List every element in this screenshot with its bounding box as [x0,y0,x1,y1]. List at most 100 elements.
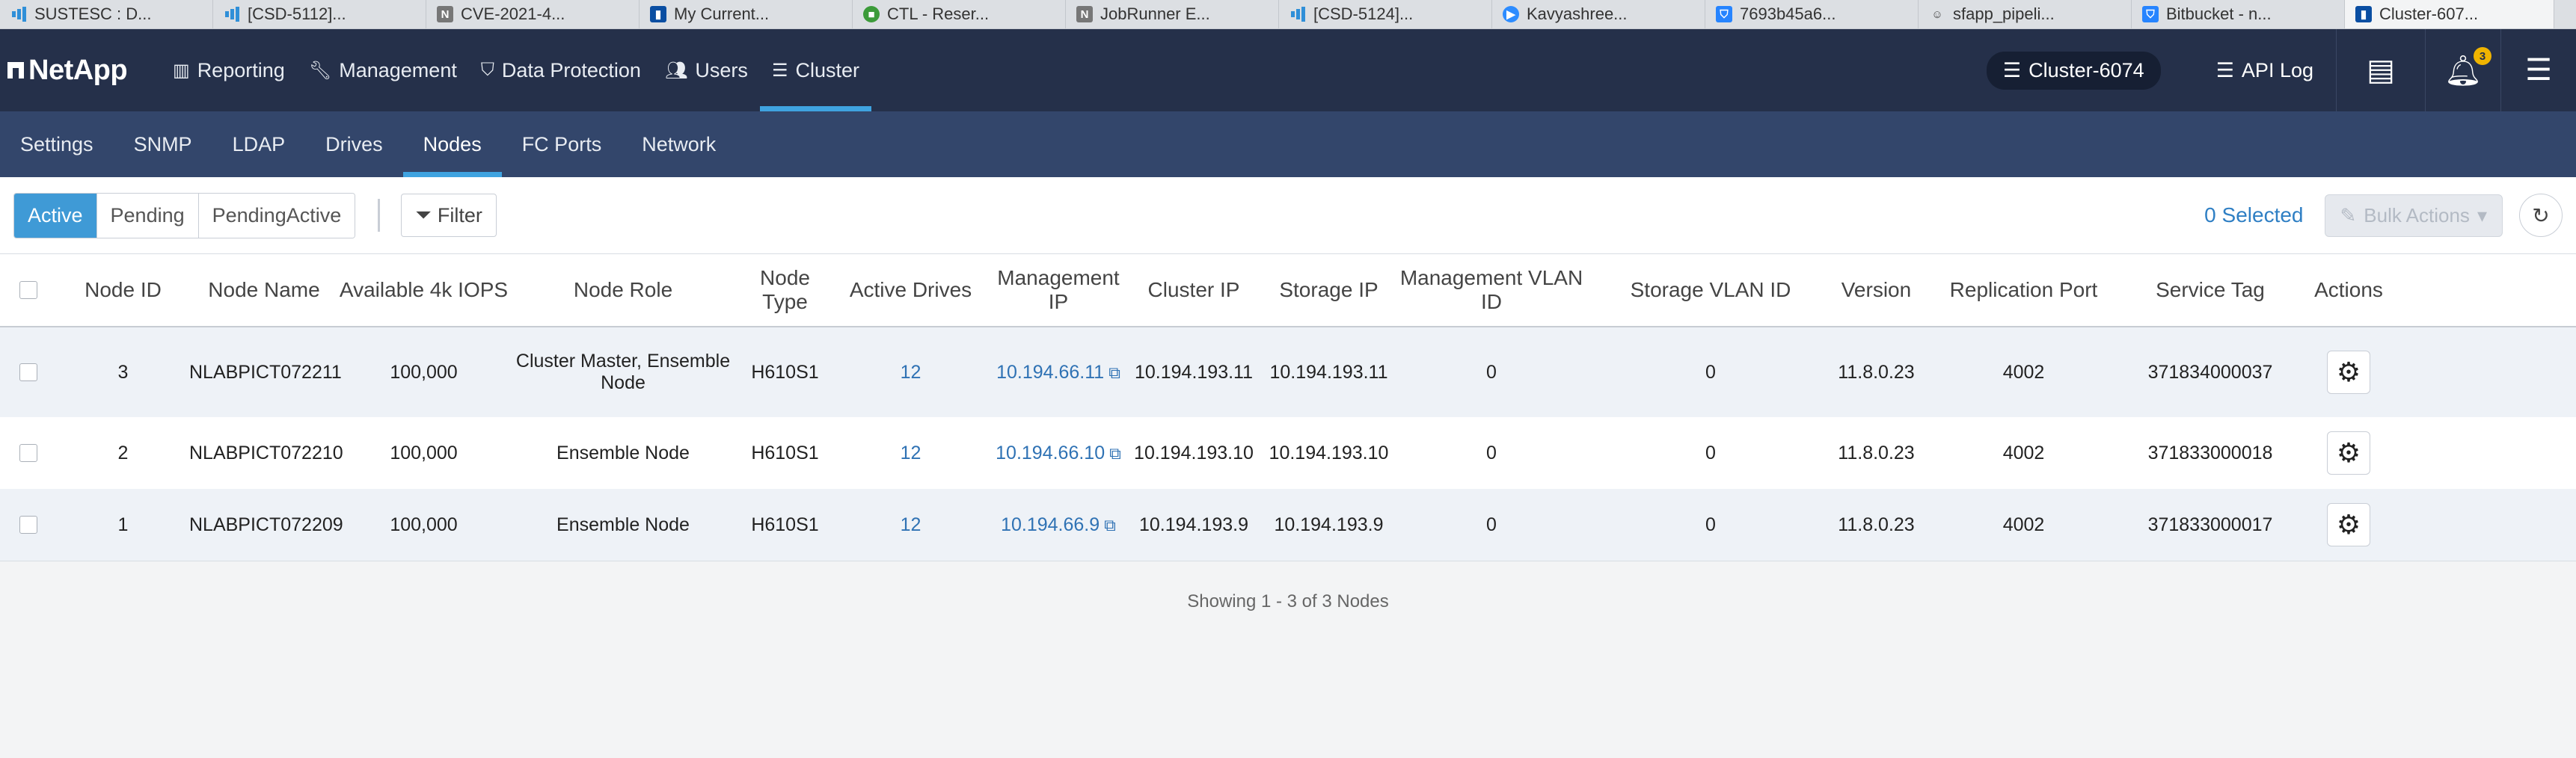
browser-tab[interactable]: SUSTESC : D... [0,0,213,28]
browser-tab-label: SUSTESC : D... [34,4,152,23]
bulk-actions-button[interactable]: ✎ Bulk Actions ▾ [2324,194,2503,237]
tab-nodes[interactable]: Nodes [402,111,502,177]
tab-fc-ports[interactable]: FC Ports [502,111,622,177]
available-iops: 100,000 [390,514,458,535]
sub-nav: Settings SNMP LDAP Drives Nodes FC Ports… [0,111,2576,177]
row-checkbox[interactable] [19,363,37,381]
management-ip-link[interactable]: 10.194.66.10 [996,443,1105,463]
column-header[interactable]: Service Tag [2131,278,2290,302]
nav-item-users[interactable]: 👥︎ Users [653,29,760,111]
browser-tab[interactable]: ☺ sfapp_pipeli... [1919,0,2132,28]
browser-tab-label: [CSD-5112]... [248,4,346,23]
storage-ip: 10.194.193.11 [1269,361,1388,383]
replication-port: 4002 [2002,514,2045,535]
tab-drives[interactable]: Drives [305,111,403,177]
column-header[interactable]: Node Role [509,278,737,302]
column-header[interactable]: Management IP [989,266,1128,314]
filter-active-button[interactable]: Active [14,193,96,238]
table-header: Node ID Node Name Available 4k IOPS Node… [0,254,2576,327]
table-row[interactable]: 1 NLABPICT072209 100,000 Ensemble Node H… [0,489,2576,561]
bitbucket-icon: ⛉ [1716,6,1732,22]
notifications-button[interactable]: 🔔︎ 3 [2425,29,2500,111]
list-icon: ☰ [2215,58,2234,81]
browser-tab[interactable]: ⛉ 7693b45a6... [1705,0,1919,28]
browser-tab-label: Kavyashree... [1527,4,1628,23]
table-row[interactable]: 2 NLABPICT072210 100,000 Ensemble Node H… [0,417,2576,489]
nav-item-cluster[interactable]: ☰ Cluster [759,29,872,111]
browser-tab[interactable]: N JobRunner E... [1066,0,1279,28]
tab-snmp[interactable]: SNMP [114,111,212,177]
replication-port: 4002 [2002,442,2045,463]
table-row[interactable]: 3 NLABPICT072211 100,000 Cluster Master,… [0,327,2576,417]
filter-button[interactable]: ⏷ Filter [401,194,497,237]
pagination-summary: Showing 1 - 3 of 3 Nodes [1187,591,1389,611]
column-header[interactable]: Node Type [737,266,832,314]
nav-item-data-protection[interactable]: ⛉ Data Protection [469,29,653,111]
select-all-checkbox[interactable] [19,281,37,299]
browser-tab-active[interactable]: ▮ Cluster-607... [2345,0,2554,28]
main-menu-button[interactable]: ☰ [2500,29,2576,111]
api-log-label: API Log [2241,58,2313,81]
management-ip-link[interactable]: 10.194.66.9 [1001,514,1100,535]
available-iops: 100,000 [390,442,458,463]
browser-tab[interactable]: ■ CTL - Reser... [853,0,1066,28]
browser-tab[interactable]: ⛉ Bitbucket - n... [2132,0,2345,28]
management-ip-link[interactable]: 10.194.66.11 [996,362,1104,383]
refresh-button[interactable]: ↻ [2519,194,2563,237]
column-header[interactable]: Node Name [189,278,339,302]
actions-cell: ⚙ [2290,351,2408,394]
browser-tab[interactable]: ▮ My Current... [640,0,853,28]
funnel-icon: ⏷ [415,203,432,226]
column-header[interactable]: Replication Port [1916,278,2131,302]
row-checkbox[interactable] [19,516,37,534]
version: 11.8.0.23 [1838,361,1915,383]
column-header[interactable]: Cluster IP [1128,278,1260,302]
gear-icon: ⚙ [2336,357,2361,387]
column-header[interactable]: Storage IP [1260,278,1398,302]
row-actions-button[interactable]: ⚙ [2327,351,2370,394]
cluster-view-button[interactable]: ▤ [2336,29,2425,111]
server-icon: ☰ [2002,58,2022,81]
browser-tab-label: CTL - Reser... [887,4,990,23]
active-drives-link[interactable]: 12 [832,362,989,383]
row-actions-button[interactable]: ⚙ [2327,503,2370,546]
filter-pending-button[interactable]: Pending [96,193,198,238]
column-header[interactable]: Version [1836,278,1916,302]
node-id: 3 [117,361,129,383]
external-link-icon[interactable]: ⧉ [1109,444,1121,463]
browser-tab[interactable]: N CVE-2021-4... [426,0,640,28]
netapp-logo[interactable]: NetApp [0,55,161,87]
browser-tab[interactable]: ▶ Kavyashree... [1492,0,1705,28]
api-log-button[interactable]: ☰ API Log [2194,29,2336,111]
column-header[interactable]: Storage VLAN ID [1585,278,1836,302]
node-role: Cluster Master, Ensemble Node [509,351,737,394]
hamburger-menu-icon: ☰ [2525,54,2552,87]
active-drives-link[interactable]: 12 [832,514,989,536]
column-header[interactable]: Active Drives [832,278,989,302]
filter-pendingactive-button[interactable]: PendingActive [197,193,355,238]
browser-tab[interactable]: [CSD-5124]... [1279,0,1492,28]
external-link-icon[interactable]: ⧉ [1108,363,1120,382]
browser-tab[interactable]: [CSD-5112]... [213,0,426,28]
tab-settings[interactable]: Settings [0,111,114,177]
management-ip-cell: 10.194.66.9 ⧉ [989,514,1128,536]
server-icon: ☰ [771,60,788,81]
storage-ip: 10.194.193.9 [1274,514,1384,535]
tab-network[interactable]: Network [622,111,736,177]
storage-vlan-id: 0 [1705,514,1716,535]
nav-item-management[interactable]: 🔧︎ Management [297,29,469,111]
browser-tab-label: JobRunner E... [1100,4,1210,23]
nav-item-reporting[interactable]: ▥ Reporting [161,29,297,111]
row-checkbox[interactable] [19,444,37,462]
nav-item-label: Reporting [197,58,285,81]
status-filter-group: Active Pending PendingActive [13,192,356,238]
tab-ldap[interactable]: LDAP [212,111,306,177]
row-actions-button[interactable]: ⚙ [2327,431,2370,475]
column-header[interactable]: Management VLAN ID [1398,266,1585,314]
active-drives-link[interactable]: 12 [832,443,989,464]
column-header[interactable]: Node ID [57,278,189,302]
nodes-table: Node ID Node Name Available 4k IOPS Node… [0,254,2576,561]
column-header[interactable]: Available 4k IOPS [339,278,509,302]
external-link-icon[interactable]: ⧉ [1104,516,1116,534]
cluster-name-pill[interactable]: ☰ Cluster-6074 [1986,51,2161,90]
